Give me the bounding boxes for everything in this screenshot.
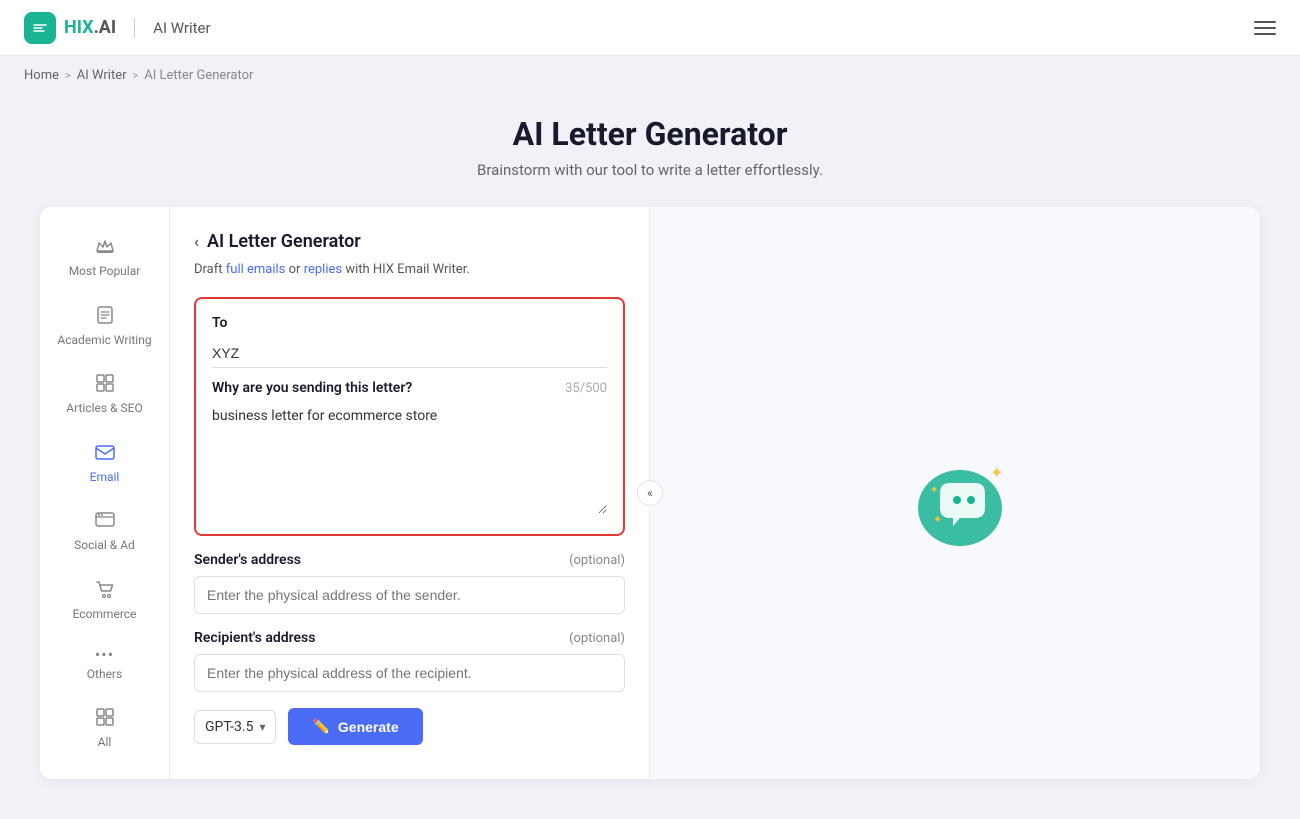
sidebar: Most Popular Academic Writing	[40, 207, 170, 779]
full-emails-link[interactable]: full emails	[226, 262, 286, 277]
logo[interactable]: HIX.AI	[24, 12, 116, 44]
page-title: AI Letter Generator	[0, 115, 1300, 153]
sidebar-label-others: Others	[87, 667, 122, 683]
crown-icon	[94, 235, 116, 260]
sidebar-label-email: Email	[90, 470, 120, 486]
why-label: Why are you sending this letter? 35/500	[212, 380, 607, 396]
all-icon	[94, 706, 116, 731]
sidebar-item-academic-writing[interactable]: Academic Writing	[40, 292, 169, 361]
generate-icon: ✏️	[312, 718, 329, 735]
output-panel: ✦ ✦ ✦	[650, 207, 1260, 779]
sidebar-item-ecommerce[interactable]: Ecommerce	[40, 566, 169, 635]
sidebar-label-most-popular: Most Popular	[69, 264, 141, 280]
sidebar-item-social-ad[interactable]: Social & Ad	[40, 497, 169, 566]
to-label: To	[212, 315, 607, 331]
svg-text:✦: ✦	[933, 513, 942, 526]
form-panel: ‹ AI Letter Generator Draft full emails …	[170, 207, 650, 779]
sidebar-item-articles-seo[interactable]: Articles & SEO	[40, 360, 169, 429]
hint-text: Draft	[194, 262, 226, 277]
app-name: AI Writer	[153, 19, 210, 37]
breadcrumb-sep-1: >	[65, 69, 71, 82]
sidebar-item-others[interactable]: ••• Others	[40, 635, 169, 695]
academic-icon	[94, 304, 116, 329]
recipient-field: Recipient's address (optional)	[194, 630, 625, 692]
breadcrumb: Home > AI Writer > AI Letter Generator	[0, 56, 1300, 95]
sidebar-item-all[interactable]: All	[40, 694, 169, 763]
mascot: ✦ ✦ ✦	[885, 433, 1025, 553]
recipient-input[interactable]	[194, 654, 625, 692]
model-label: GPT-3.5	[205, 719, 253, 735]
breadcrumb-sep-2: >	[133, 69, 139, 82]
form-title: AI Letter Generator	[207, 231, 361, 252]
highlight-box: To Why are you sending this letter? 35/5…	[194, 297, 625, 536]
page-title-area: AI Letter Generator Brainstorm with our …	[0, 95, 1300, 207]
logo-text: HIX.AI	[64, 17, 116, 38]
header: HIX.AI AI Writer	[0, 0, 1300, 56]
header-left: HIX.AI AI Writer	[24, 12, 211, 44]
mascot-container: ✦ ✦ ✦	[885, 433, 1025, 553]
sidebar-label-all: All	[98, 735, 112, 751]
recipient-label: Recipient's address (optional)	[194, 630, 625, 646]
header-divider	[134, 18, 135, 38]
sidebar-label-articles: Articles & SEO	[66, 401, 142, 417]
sender-field: Sender's address (optional)	[194, 552, 625, 614]
menu-button[interactable]	[1254, 21, 1276, 35]
model-selector[interactable]: GPT-3.5 ▾	[194, 710, 276, 744]
generate-button[interactable]: ✏️ Generate	[288, 708, 422, 745]
page-subtitle: Brainstorm with our tool to write a lett…	[0, 161, 1300, 179]
articles-icon	[94, 372, 116, 397]
breadcrumb-home[interactable]: Home	[24, 68, 59, 83]
sidebar-label-academic: Academic Writing	[57, 333, 151, 349]
why-counter: 35/500	[565, 381, 607, 396]
email-hint: Draft full emails or replies with HIX Em…	[194, 262, 625, 277]
svg-text:✦: ✦	[930, 485, 938, 496]
svg-text:✦: ✦	[990, 463, 1003, 482]
sidebar-label-ecommerce: Ecommerce	[73, 607, 137, 623]
why-textarea[interactable]: business letter for ecommerce store	[212, 404, 607, 514]
sender-input[interactable]	[194, 576, 625, 614]
generate-label: Generate	[338, 719, 399, 735]
form-panel-title: ‹ AI Letter Generator	[194, 231, 625, 252]
logo-icon	[24, 12, 56, 44]
back-button[interactable]: ‹	[194, 232, 199, 251]
replies-link[interactable]: replies	[304, 262, 342, 277]
to-input[interactable]	[212, 339, 607, 368]
sender-label: Sender's address (optional)	[194, 552, 625, 568]
chevron-down-icon: ▾	[259, 720, 265, 734]
main-content: Most Popular Academic Writing	[0, 207, 1300, 819]
sidebar-item-email[interactable]: Email	[40, 429, 169, 498]
collapse-icon: «	[647, 486, 653, 500]
sidebar-label-social: Social & Ad	[74, 538, 135, 554]
breadcrumb-current: AI Letter Generator	[144, 68, 253, 83]
form-bottom: GPT-3.5 ▾ ✏️ Generate	[194, 708, 625, 745]
email-icon	[94, 441, 116, 466]
social-icon	[94, 509, 116, 534]
others-icon: •••	[95, 647, 114, 663]
sidebar-item-most-popular[interactable]: Most Popular	[40, 223, 169, 292]
breadcrumb-ai-writer[interactable]: AI Writer	[77, 68, 127, 83]
ecommerce-icon	[94, 578, 116, 603]
collapse-toggle[interactable]: «	[637, 480, 663, 506]
tool-container: Most Popular Academic Writing	[40, 207, 1260, 779]
